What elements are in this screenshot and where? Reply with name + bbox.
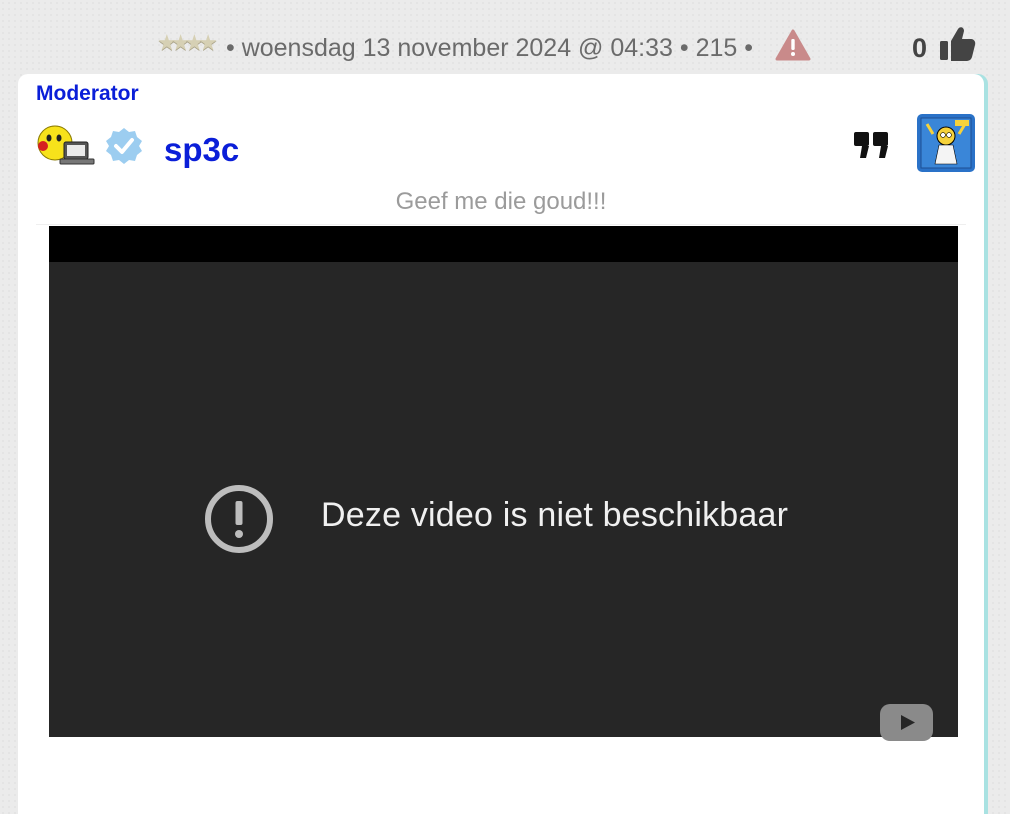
youtube-logo-icon[interactable] — [880, 704, 933, 741]
video-unavailable-message: Deze video is niet beschikbaar — [321, 496, 789, 534]
video-embed[interactable]: Deze video is niet beschikbaar — [49, 226, 958, 741]
user-role: Moderator — [36, 82, 139, 105]
post-card: Moderator sp3c Geef me die goud!!! Deze … — [18, 74, 984, 814]
error-icon — [205, 485, 273, 553]
video-top-bar — [49, 226, 958, 262]
post-meta-bar: ★ ★ ★ ★ • woensdag 13 november 2024 @ 04:33… — [0, 0, 1010, 74]
divider — [36, 224, 966, 225]
username-link[interactable]: sp3c — [164, 131, 239, 169]
quote-icon[interactable] — [852, 124, 892, 164]
avatar[interactable] — [917, 114, 975, 172]
star-rating-icon: ★ ★ ★ ★ — [157, 30, 218, 55]
like-count: 0 — [912, 33, 928, 63]
smiley-computer-icon — [37, 125, 95, 165]
thumbs-up-icon[interactable] — [938, 26, 976, 62]
user-tagline: Geef me die goud!!! — [395, 188, 607, 215]
verified-badge-icon — [106, 128, 142, 164]
warning-icon[interactable] — [775, 29, 811, 61]
post-date: • woensdag 13 november 2024 @ 04:33 • 21… — [226, 34, 753, 62]
